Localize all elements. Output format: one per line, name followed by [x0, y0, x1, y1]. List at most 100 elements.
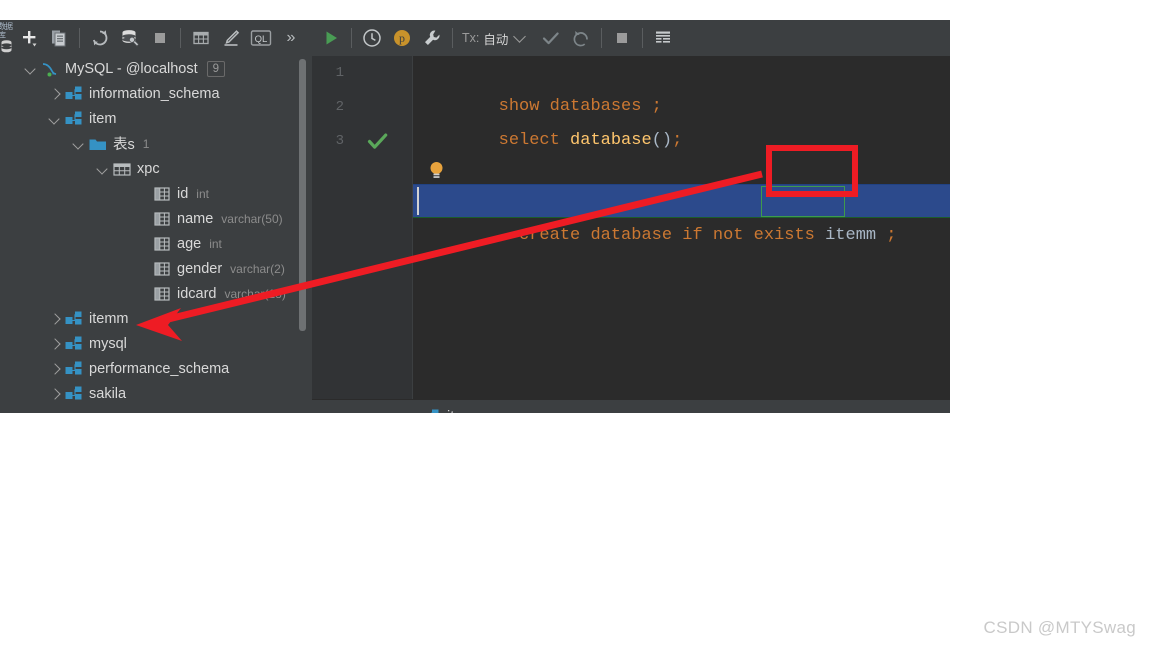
output-panel-icon [656, 31, 671, 43]
tree-item-information-schema[interactable]: information_schema [14, 81, 312, 106]
lightbulb-icon[interactable] [429, 161, 444, 180]
token-function: database [570, 131, 652, 150]
tree-item-item[interactable]: item [14, 106, 312, 131]
copy-button[interactable] [44, 23, 74, 53]
tree-item-badge: 9 [206, 60, 226, 77]
tree-item-column-age[interactable]: age int [14, 231, 312, 256]
status-schema-label: itemm [447, 409, 486, 413]
rollback-icon [573, 31, 589, 47]
tree-item-sakila[interactable]: sakila [14, 381, 312, 406]
commit-button[interactable] [536, 23, 566, 53]
ql-icon: QL [250, 30, 272, 46]
db-wrench-icon [122, 30, 140, 47]
tree-item-meta: int [209, 236, 222, 251]
transaction-mode-dropdown[interactable]: Tx: 自动 [458, 29, 528, 48]
token-semicolon: ; [876, 226, 897, 245]
tree-item-label: item [89, 110, 117, 127]
database-icon[interactable] [1, 40, 12, 53]
annotation-rectangle [766, 145, 858, 197]
refresh-button[interactable] [85, 23, 115, 53]
gutter-line: 3 [312, 124, 412, 158]
column-icon [154, 211, 170, 226]
tree-item-tables-folder[interactable]: 表s 1 [14, 131, 312, 156]
tree-item-table-xpc[interactable]: xpc [14, 156, 312, 181]
tree-item-meta: varchar(2) [230, 261, 285, 276]
stop-square-icon [617, 33, 628, 43]
data-table-button[interactable] [186, 23, 216, 53]
sql-editor[interactable]: 1 2 3 show databases ; select database()… [312, 56, 950, 399]
code-area[interactable]: show databases ; select database(); crea… [413, 56, 950, 399]
execute-button[interactable] [316, 23, 346, 53]
stop-square-icon [155, 33, 165, 43]
chevron-down-icon[interactable] [96, 162, 110, 176]
settings-button[interactable] [417, 23, 447, 53]
chevron-right-icon[interactable] [48, 337, 62, 351]
edit-button[interactable] [216, 23, 246, 53]
stop-query-button[interactable] [607, 23, 637, 53]
mysql-connection-icon [42, 62, 57, 76]
token-keyword: select [498, 131, 571, 150]
toolbar-separator [642, 28, 644, 48]
chevron-down-icon[interactable] [72, 137, 86, 151]
tree-item-column-gender[interactable]: gender varchar(2) [14, 256, 312, 281]
tree-item-column-id[interactable]: id int [14, 181, 312, 206]
tree-item-mysql-localhost[interactable]: MySQL - @localhost 9 [14, 56, 312, 81]
tree-item-label: information_schema [89, 85, 220, 102]
tree-item-column-idcard[interactable]: idcard varchar(18) [14, 281, 312, 306]
tree-item-column-name[interactable]: name varchar(50) [14, 206, 312, 231]
chevron-right-icon[interactable] [48, 362, 62, 376]
tree-item-meta: varchar(18) [224, 286, 286, 301]
chevron-right-icon[interactable] [48, 387, 62, 401]
editor-gutter[interactable]: 1 2 3 [312, 56, 413, 399]
tree-item-meta: 1 [142, 136, 150, 151]
tree-item-mysql[interactable]: mysql [14, 331, 312, 356]
checkmark-icon [543, 32, 560, 45]
overflow-button[interactable]: » [276, 23, 306, 53]
chevron-right-icon[interactable] [48, 87, 62, 101]
history-button[interactable] [357, 23, 387, 53]
play-icon [326, 31, 337, 45]
tree-item-label: id [177, 185, 189, 202]
tree-item-label: age [177, 235, 202, 252]
tree-item-performance-schema[interactable]: performance_schema [14, 356, 312, 381]
line-number: 2 [335, 99, 344, 115]
tool-window-strip[interactable]: 数据库 [0, 20, 15, 413]
main-toolbar: QL » p Tx: 自动 [14, 20, 950, 57]
tree-item-label: performance_schema [89, 360, 230, 377]
code-line-1: show databases ; [417, 56, 662, 116]
add-button[interactable] [14, 23, 44, 53]
table-icon [113, 162, 131, 176]
tree-item-meta: int [196, 186, 209, 201]
tree-item-itemm[interactable]: itemm [14, 306, 312, 331]
schema-icon [65, 111, 82, 124]
column-icon [154, 186, 170, 201]
parameters-button[interactable]: p [387, 23, 417, 53]
chevron-right-icon[interactable] [48, 312, 62, 326]
toolbar-separator [79, 28, 80, 48]
sync-settings-button[interactable] [115, 23, 145, 53]
stop-button[interactable] [145, 23, 175, 53]
query-console-button[interactable]: QL [246, 23, 276, 53]
schema-icon [431, 409, 439, 413]
tree-item-label: mysql [89, 335, 127, 352]
database-explorer-tree[interactable]: MySQL - @localhost 9 information_schemaite… [14, 56, 312, 413]
tree-item-label: 表s [113, 137, 135, 153]
tx-value-label: 自动 [483, 32, 509, 47]
chevron-down-icon[interactable] [48, 112, 62, 126]
output-button[interactable] [648, 23, 678, 53]
token-semicolon: ; [672, 131, 683, 150]
tree-item-label: xpc [137, 160, 160, 177]
code-line-3-selected[interactable]: create database if not exists itemm ; [413, 184, 950, 245]
token-identifier: itemm [825, 226, 877, 245]
toolbar-separator [351, 28, 352, 48]
text-caret [417, 187, 419, 215]
editor-status-bar[interactable]: itemm [312, 399, 950, 413]
rollback-button[interactable] [566, 23, 596, 53]
toolbar-separator [601, 28, 603, 48]
toolbar-separator [452, 28, 453, 48]
chevron-down-icon[interactable] [24, 62, 38, 76]
